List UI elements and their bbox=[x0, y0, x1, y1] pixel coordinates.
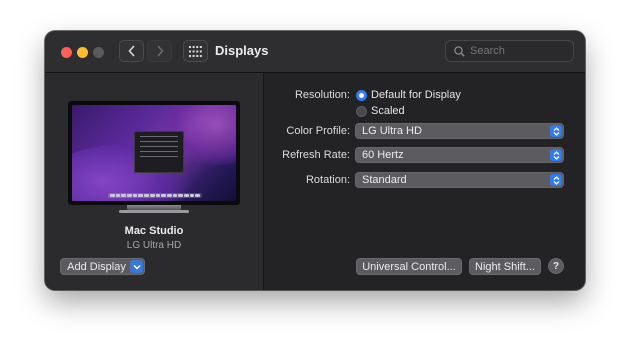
color-profile-value: LG Ultra HD bbox=[362, 125, 422, 137]
help-label: ? bbox=[552, 260, 560, 272]
display-name: Mac Studio bbox=[124, 225, 184, 237]
search-field[interactable] bbox=[445, 40, 574, 62]
minimize-button[interactable] bbox=[77, 47, 88, 58]
color-profile-label: Color Profile: bbox=[286, 125, 350, 137]
rotation-label: Rotation: bbox=[305, 174, 350, 186]
wallpaper-preview bbox=[72, 105, 236, 201]
night-shift-button[interactable]: Night Shift... bbox=[469, 258, 541, 275]
title-bar: Displays bbox=[45, 31, 585, 73]
resolution-label: Resolution: bbox=[294, 89, 350, 101]
chevron-down-icon bbox=[130, 260, 143, 273]
chevron-left-icon bbox=[127, 45, 135, 57]
search-icon bbox=[454, 45, 465, 57]
grid-icon bbox=[189, 45, 202, 57]
updown-chevron-icon bbox=[550, 125, 562, 137]
resolution-default-radio[interactable] bbox=[356, 90, 367, 101]
refresh-rate-value: 60 Hertz bbox=[362, 149, 404, 161]
mini-window-graphic bbox=[134, 131, 184, 173]
show-all-button[interactable] bbox=[183, 40, 208, 62]
display-model: LG Ultra HD bbox=[126, 240, 182, 251]
help-button[interactable]: ? bbox=[548, 258, 564, 274]
close-button[interactable] bbox=[61, 47, 72, 58]
color-profile-select[interactable]: LG Ultra HD bbox=[355, 123, 564, 139]
search-input[interactable] bbox=[470, 45, 560, 57]
universal-control-label: Universal Control... bbox=[362, 260, 456, 273]
updown-chevron-icon bbox=[550, 174, 562, 186]
night-shift-label: Night Shift... bbox=[475, 260, 535, 273]
resolution-scaled-radio[interactable] bbox=[356, 106, 367, 117]
zoom-button[interactable] bbox=[93, 47, 104, 58]
display-thumbnail[interactable] bbox=[68, 101, 240, 205]
refresh-rate-select[interactable]: 60 Hertz bbox=[355, 147, 564, 163]
forward-button[interactable] bbox=[147, 40, 172, 62]
mini-dock-graphic bbox=[108, 193, 202, 198]
resolution-default-label[interactable]: Default for Display bbox=[371, 89, 461, 101]
window-title: Displays bbox=[215, 43, 269, 58]
chevron-right-icon bbox=[156, 45, 164, 57]
add-display-label: Add Display bbox=[67, 260, 126, 273]
universal-control-button[interactable]: Universal Control... bbox=[356, 258, 462, 275]
rotation-value: Standard bbox=[362, 174, 407, 186]
resolution-scaled-label[interactable]: Scaled bbox=[371, 105, 405, 117]
add-display-button[interactable]: Add Display bbox=[60, 258, 145, 275]
monitor-stand-base bbox=[119, 210, 189, 213]
updown-chevron-icon bbox=[550, 149, 562, 161]
displays-window: Displays Mac Studio LG Ultra HD Add D bbox=[45, 31, 585, 290]
rotation-select[interactable]: Standard bbox=[355, 172, 564, 188]
refresh-rate-label: Refresh Rate: bbox=[282, 149, 350, 161]
back-button[interactable] bbox=[119, 40, 144, 62]
